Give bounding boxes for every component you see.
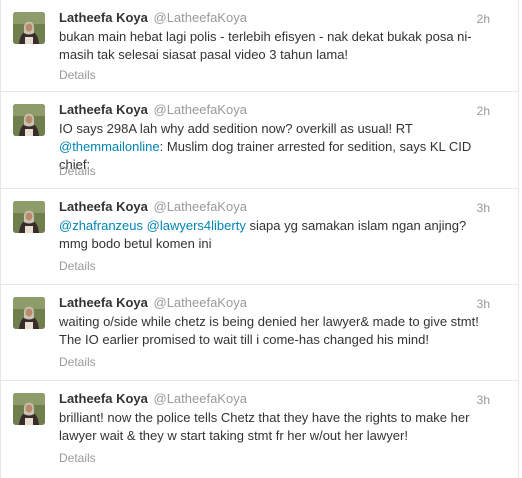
avatar[interactable]: [13, 104, 45, 136]
tweet-text: bukan main hebat lagi polis - terlebih e…: [59, 28, 491, 64]
avatar[interactable]: [13, 393, 45, 425]
avatar[interactable]: [13, 12, 45, 44]
tweet-item[interactable]: Latheefa Koya @LatheefaKoya 2h bukan mai…: [1, 0, 518, 92]
tweet-fullname[interactable]: Latheefa Koya: [59, 199, 148, 214]
tweet-text: brilliant! now the police tells Chetz th…: [59, 409, 491, 445]
tweet-text-segment: bukan main hebat lagi polis - terlebih e…: [59, 29, 472, 62]
tweet-timestamp[interactable]: 2h: [477, 12, 490, 26]
tweet-timestamp[interactable]: 2h: [477, 104, 490, 118]
tweet-details-link[interactable]: Details: [59, 259, 96, 273]
tweet-header: Latheefa Koya @LatheefaKoya: [59, 391, 247, 407]
mention-link[interactable]: @lawyers4liberty: [147, 218, 246, 233]
tweet-text-segment: IO says 298A lah why add sedition now? o…: [59, 121, 413, 136]
tweet-timestamp[interactable]: 3h: [477, 201, 490, 215]
tweet-text-segment: brilliant! now the police tells Chetz th…: [59, 410, 470, 443]
tweet-fullname[interactable]: Latheefa Koya: [59, 102, 148, 117]
tweet-details-link[interactable]: Details: [59, 164, 96, 178]
tweet-timestamp[interactable]: 3h: [477, 393, 490, 407]
tweet-text: waiting o/side while chetz is being deni…: [59, 313, 491, 349]
tweet-details-link[interactable]: Details: [59, 68, 96, 82]
avatar[interactable]: [13, 201, 45, 233]
tweet-username[interactable]: @LatheefaKoya: [154, 199, 247, 214]
tweet-fullname[interactable]: Latheefa Koya: [59, 391, 148, 406]
tweet-details-link[interactable]: Details: [59, 451, 96, 465]
tweet-header: Latheefa Koya @LatheefaKoya: [59, 199, 247, 215]
tweet-header: Latheefa Koya @LatheefaKoya: [59, 10, 247, 26]
tweet-fullname[interactable]: Latheefa Koya: [59, 10, 148, 25]
tweet-timestamp[interactable]: 3h: [477, 297, 490, 311]
tweet-username[interactable]: @LatheefaKoya: [154, 10, 247, 25]
tweet-item[interactable]: Latheefa Koya @LatheefaKoya 2h IO says 2…: [1, 92, 518, 189]
tweet-fullname[interactable]: Latheefa Koya: [59, 295, 148, 310]
tweet-header: Latheefa Koya @LatheefaKoya: [59, 295, 247, 311]
tweet-header: Latheefa Koya @LatheefaKoya: [59, 102, 247, 118]
mention-link[interactable]: @themmailonline: [59, 139, 160, 154]
avatar[interactable]: [13, 297, 45, 329]
tweet-details-link[interactable]: Details: [59, 355, 96, 369]
tweet-text: IO says 298A lah why add sedition now? o…: [59, 120, 491, 174]
tweet-text-segment: waiting o/side while chetz is being deni…: [59, 314, 479, 347]
tweet-timeline: Latheefa Koya @LatheefaKoya 2h bukan mai…: [0, 0, 519, 478]
tweet-text: @zhafranzeus @lawyers4liberty siapa yg s…: [59, 217, 491, 253]
tweet-username[interactable]: @LatheefaKoya: [154, 102, 247, 117]
tweet-item[interactable]: Latheefa Koya @LatheefaKoya 3h waiting o…: [1, 285, 518, 381]
tweet-item[interactable]: Latheefa Koya @LatheefaKoya 3h brilliant…: [1, 381, 518, 478]
mention-link[interactable]: @zhafranzeus: [59, 218, 143, 233]
tweet-item[interactable]: Latheefa Koya @LatheefaKoya 3h @zhafranz…: [1, 189, 518, 285]
tweet-username[interactable]: @LatheefaKoya: [154, 391, 247, 406]
tweet-username[interactable]: @LatheefaKoya: [154, 295, 247, 310]
